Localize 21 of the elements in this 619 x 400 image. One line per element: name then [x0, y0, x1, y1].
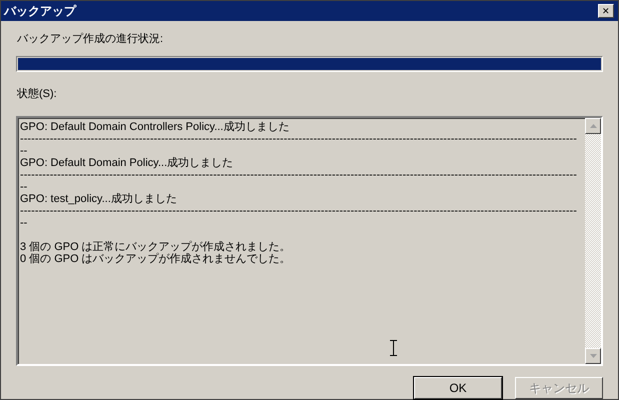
log-line: -- — [20, 145, 28, 157]
log-line: GPO: Default Domain Policy...成功しました — [20, 157, 234, 169]
progress-label: バックアップ作成の進行状況: — [17, 32, 164, 46]
window-title: バックアップ — [4, 2, 76, 20]
scroll-up-icon[interactable] — [585, 118, 601, 134]
log-line: 0 個の GPO はバックアップが作成されませんでした。 — [20, 253, 292, 265]
status-log[interactable] — [16, 116, 603, 366]
scroll-down-icon[interactable] — [585, 348, 601, 364]
log-line: -- — [20, 181, 28, 193]
text-cursor-icon — [390, 340, 397, 356]
scrollbar[interactable] — [585, 118, 601, 364]
log-line: -- — [20, 217, 28, 229]
log-line: GPO: Default Domain Controllers Policy...成功しました — [20, 121, 290, 133]
log-separator: ------------------------------------------------------------------------------------------------------------------------------------------------------ — [20, 169, 578, 181]
log-separator: ------------------------------------------------------------------------------------------------------------------------------------------------------ — [20, 133, 578, 145]
dialog-button[interactable]: OK — [414, 377, 502, 399]
log-line: 3 個の GPO は正常にバックアップが作成されました。 — [20, 241, 292, 253]
log-separator: ------------------------------------------------------------------------------------------------------------------------------------------------------ — [20, 205, 578, 217]
status-label: 状態(S): — [17, 87, 58, 101]
log-line: GPO: test_policy...成功しました — [20, 193, 178, 205]
close-button[interactable]: ✕ — [598, 4, 614, 18]
